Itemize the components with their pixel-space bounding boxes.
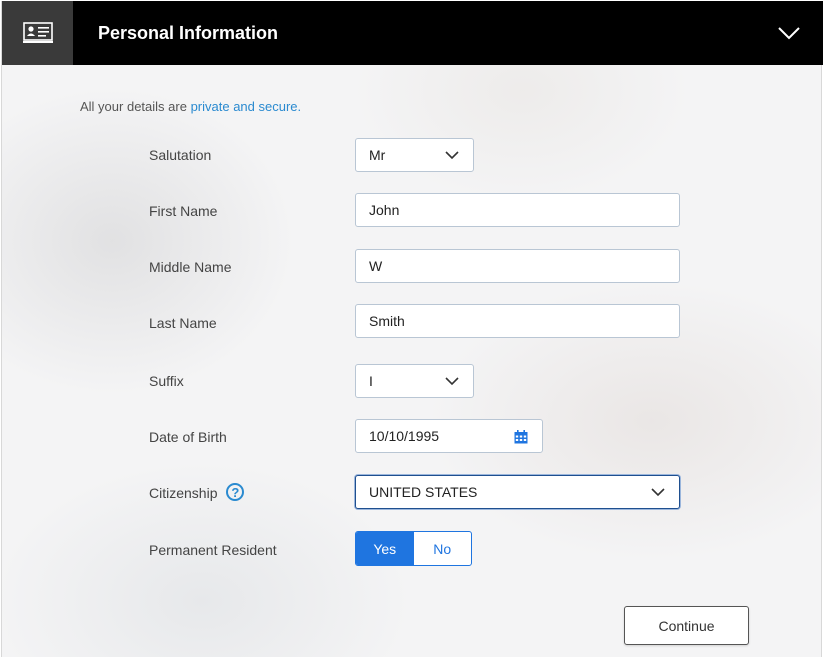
citizenship-select[interactable]: UNITED STATES [355,475,680,509]
panel-header[interactable]: Personal Information [2,1,823,65]
header-icon-box [2,1,73,65]
privacy-note-text: All your details are [80,99,191,114]
dob-value: 10/10/1995 [369,428,440,444]
citizenship-label-group: Citizenship ? [149,483,245,503]
last-name-label: Last Name [149,315,217,331]
id-card-icon [22,22,53,43]
chevron-down-icon[interactable] [777,21,801,45]
privacy-link[interactable]: private and secure. [191,99,302,114]
middle-name-value: W [369,258,383,274]
middle-name-label: Middle Name [149,259,232,275]
permanent-resident-label: Permanent Resident [149,542,277,558]
permanent-resident-no-button[interactable]: No [414,532,472,565]
citizenship-label: Citizenship [149,485,218,501]
permanent-resident-toggle: Yes No [355,531,472,566]
salutation-label: Salutation [149,147,212,163]
salutation-value: Mr [369,147,386,163]
calendar-icon[interactable] [514,430,528,444]
permanent-resident-yes-button[interactable]: Yes [356,532,414,565]
chevron-down-icon [445,151,459,160]
first-name-value: John [369,202,400,218]
salutation-select[interactable]: Mr [355,138,474,172]
continue-button[interactable]: Continue [624,606,749,645]
suffix-label: Suffix [149,373,184,389]
privacy-note: All your details are private and secure. [80,99,301,114]
dob-field[interactable]: 10/10/1995 [355,419,543,453]
chevron-down-icon [651,488,665,497]
help-icon[interactable]: ? [226,483,245,502]
first-name-label: First Name [149,203,218,219]
last-name-field[interactable]: Smith [355,304,680,338]
personal-information-panel: Personal Information All your details ar… [1,1,823,657]
page-title: Personal Information [98,22,279,43]
suffix-select[interactable]: I [355,364,474,398]
middle-name-field[interactable]: W [355,249,680,283]
chevron-down-icon [445,377,459,386]
dob-label: Date of Birth [149,429,227,445]
last-name-value: Smith [369,313,405,329]
suffix-value: I [369,373,373,389]
citizenship-value: UNITED STATES [369,484,478,500]
first-name-field[interactable]: John [355,193,680,227]
